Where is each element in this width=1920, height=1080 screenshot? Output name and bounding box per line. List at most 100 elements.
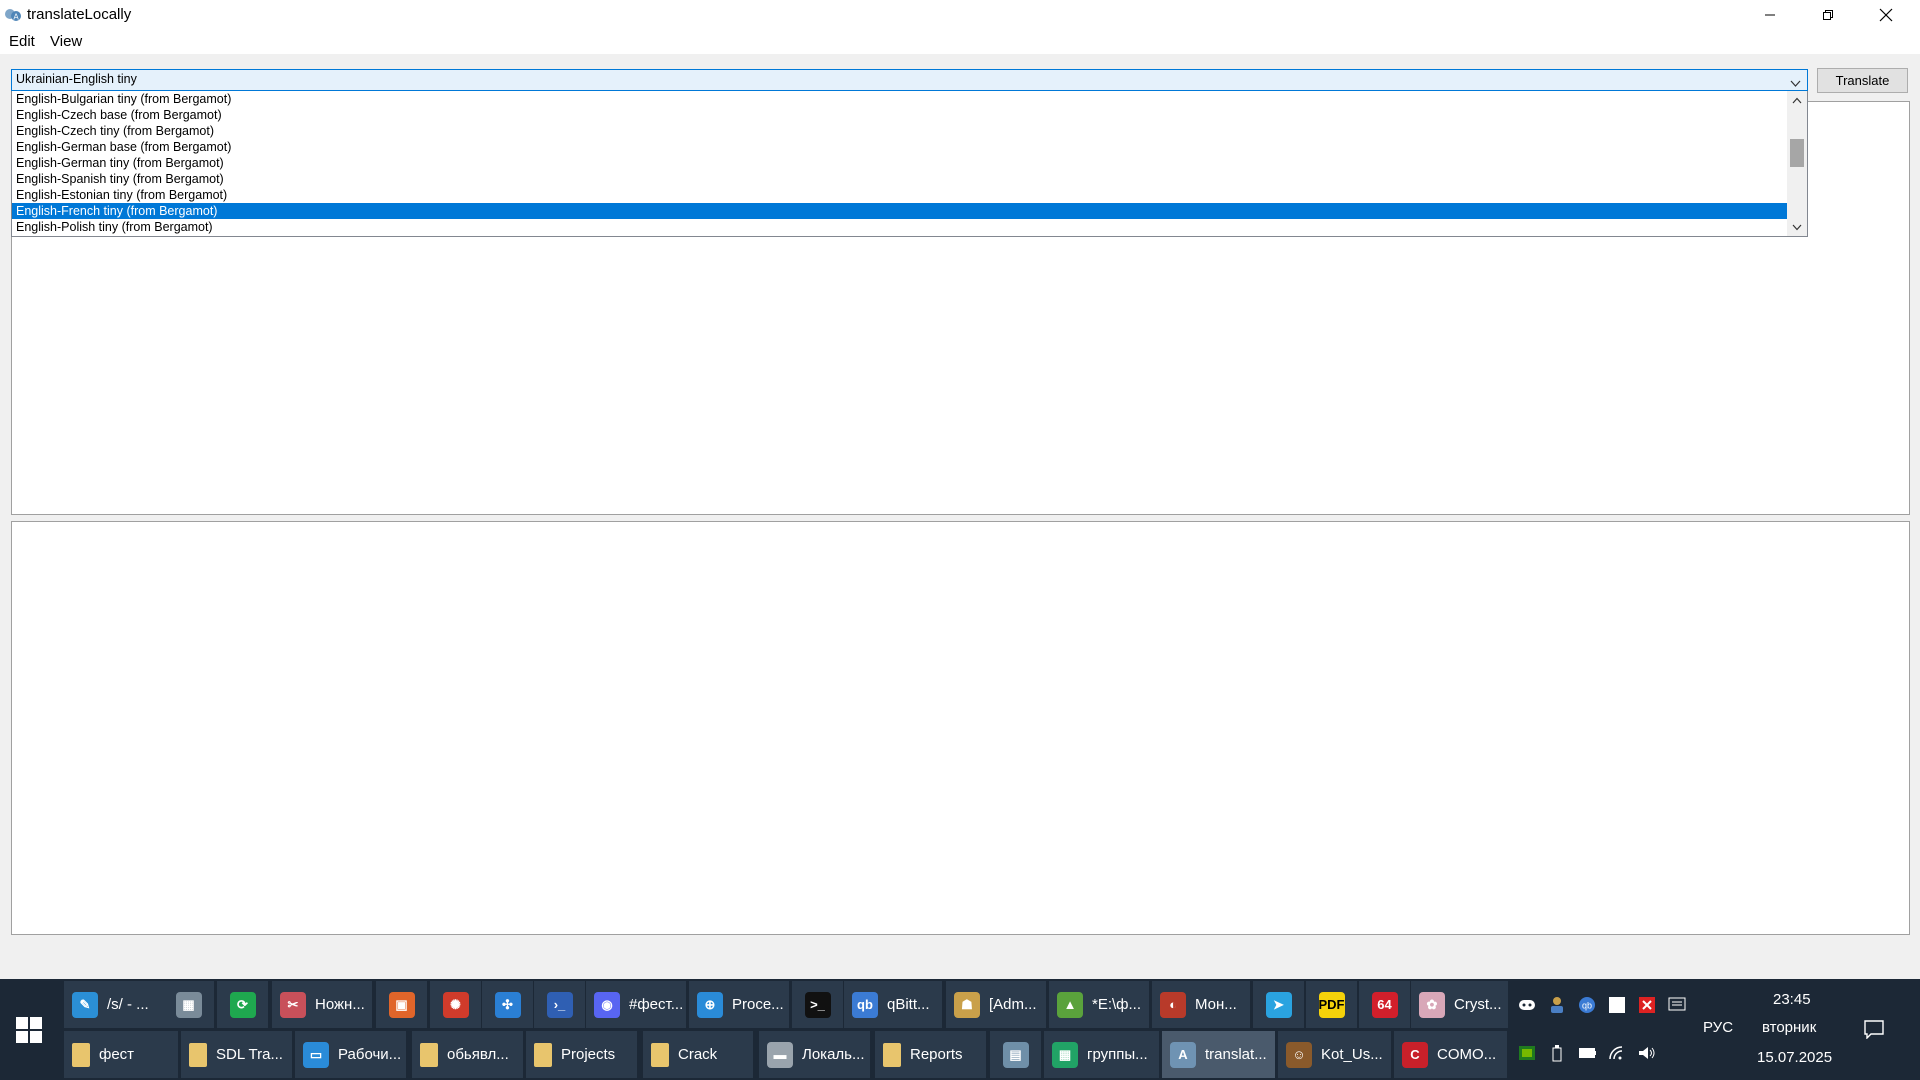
image-editor-icon: ▲ [1057, 991, 1083, 1018]
folder-icon [72, 1042, 90, 1067]
notification-center-icon[interactable] [1862, 1017, 1886, 1041]
terminal-icon: >_ [804, 991, 831, 1018]
list-scrollbar[interactable] [1787, 91, 1807, 236]
blank-tray-icon[interactable] [1608, 996, 1626, 1014]
taskbar-button-label: translat... [1205, 1046, 1267, 1063]
qbittorrent-tray-icon[interactable]: qb [1578, 996, 1596, 1014]
taskbar-button[interactable]: qb qBitt... [844, 981, 942, 1028]
list-item[interactable]: English-German base (from Bergamot) [12, 139, 1787, 155]
minimize-icon [1765, 14, 1775, 16]
list-item-selected[interactable]: English-French tiny (from Bergamot) [12, 203, 1787, 219]
taskbar: ✎ /s/ - ... ▦ ⟳ ✂ Ножн... ▣ ✺ ✣ ›_ ◉ #фест... ⊕ Proce… [0, 979, 1920, 1080]
taskbar-button[interactable]: ›_ [534, 981, 585, 1028]
taskbar-button[interactable]: Projects [526, 1031, 637, 1078]
telegram-icon: ➤ [1265, 991, 1292, 1018]
taskbar-button[interactable]: ▲ *E:\ф... [1049, 981, 1149, 1028]
sync-icon: ⟳ [229, 991, 256, 1018]
taskbar-button[interactable]: ◐ Мон... [1152, 981, 1250, 1028]
taskbar-button[interactable]: ☗ [Adm... [946, 981, 1046, 1028]
scroll-thumb[interactable] [1790, 139, 1804, 167]
taskbar-button-label: обьявл... [447, 1046, 509, 1063]
maximize-button[interactable] [1799, 0, 1857, 30]
language-indicator[interactable]: РУС [1703, 1019, 1733, 1036]
taskbar-button[interactable]: Reports [875, 1031, 986, 1078]
taskbar-button[interactable]: ✎ /s/ - ... [64, 981, 163, 1028]
nvidia-tray-icon[interactable] [1518, 1044, 1536, 1062]
list-item[interactable]: English-German tiny (from Bergamot) [12, 155, 1787, 171]
list-item[interactable]: English-Czech tiny (from Bergamot) [12, 123, 1787, 139]
comodo-icon: C [1402, 1041, 1428, 1068]
taskbar-button[interactable]: ▦ группы... [1044, 1031, 1159, 1078]
taskbar-button-label: Kot_Us... [1321, 1046, 1383, 1063]
taskbar-button[interactable]: SDL Tra... [181, 1031, 292, 1078]
taskbar-button[interactable]: ✣ [482, 981, 533, 1028]
list-item[interactable]: English-Spanish tiny (from Bergamot) [12, 171, 1787, 187]
taskbar-button[interactable]: ✿ Cryst... [1411, 981, 1508, 1028]
close-icon [1879, 8, 1893, 22]
taskbar-button[interactable]: ✂ Ножн... [272, 981, 372, 1028]
monitor-app-icon: ◐ [1160, 991, 1186, 1018]
display-tray-icon[interactable] [1668, 996, 1686, 1014]
taskbar-button[interactable]: Crack [643, 1031, 753, 1078]
taskbar-button-label: Cryst... [1454, 996, 1502, 1013]
taskbar-button[interactable]: ☺ Kot_Us... [1278, 1031, 1391, 1078]
taskbar-button[interactable]: ▭ Рабочи... [295, 1031, 406, 1078]
taskbar-button[interactable]: ➤ [1253, 981, 1304, 1028]
close-button[interactable] [1857, 0, 1915, 30]
svg-text:A: A [13, 13, 19, 22]
chevron-down-icon [1792, 224, 1802, 230]
calculator-icon: ▤ [1002, 1041, 1029, 1068]
list-item[interactable]: English-Czech base (from Bergamot) [12, 107, 1787, 123]
model-select-value: Ukrainian-English tiny [16, 72, 137, 86]
disk-icon: ▦ [175, 991, 202, 1018]
taskbar-button[interactable]: ▣ [376, 981, 427, 1028]
taskbar-button[interactable]: ⟳ [217, 981, 268, 1028]
menu-view[interactable]: View [48, 33, 84, 50]
discord-tray-icon[interactable] [1518, 996, 1536, 1014]
svg-text:qb: qb [1582, 1001, 1592, 1011]
list-item[interactable]: English-Estonian tiny (from Bergamot) [12, 187, 1787, 203]
taskbar-button[interactable]: 64 [1359, 981, 1410, 1028]
wifi-icon[interactable] [1608, 1044, 1626, 1062]
taskbar-button[interactable]: фест [64, 1031, 178, 1078]
menu-edit[interactable]: Edit [7, 33, 37, 50]
scroll-down-button[interactable] [1787, 218, 1807, 236]
clock-time[interactable]: 23:45 [1773, 991, 1811, 1008]
volume-icon[interactable] [1638, 1044, 1656, 1062]
list-item[interactable]: English-Bulgarian tiny (from Bergamot) [12, 91, 1787, 107]
aida64-icon: 64 [1371, 991, 1398, 1018]
taskbar-button[interactable]: ⊕ Proce... [689, 981, 789, 1028]
model-select[interactable]: Ukrainian-English tiny [11, 69, 1808, 91]
taskbar-button[interactable]: >_ [792, 981, 843, 1028]
taskbar-button-label: Мон... [1195, 996, 1237, 1013]
translation-output[interactable] [11, 521, 1910, 935]
folder-icon [420, 1042, 438, 1067]
folder-icon [534, 1042, 552, 1067]
taskbar-button[interactable]: ▤ [990, 1031, 1041, 1078]
taskbar-button-label: Projects [561, 1046, 616, 1063]
translate-button[interactable]: Translate [1817, 68, 1908, 93]
title-bar: A translateLocally [0, 0, 1920, 30]
minimize-button[interactable] [1741, 0, 1799, 30]
clock-day[interactable]: вторник [1762, 1019, 1816, 1036]
taskbar-button[interactable]: обьявл... [412, 1031, 523, 1078]
usb-drive-icon[interactable] [1548, 1044, 1566, 1062]
taskbar-button[interactable]: ◉ #фест... [586, 981, 686, 1028]
battery-icon[interactable] [1578, 1044, 1596, 1062]
translate-app-icon: A [1170, 1041, 1196, 1068]
clock-date[interactable]: 15.07.2025 [1757, 1049, 1832, 1066]
taskbar-button[interactable]: ✺ [430, 981, 481, 1028]
scroll-up-button[interactable] [1787, 91, 1807, 109]
red-x-tray-icon[interactable] [1638, 996, 1656, 1014]
taskbar-button[interactable]: ▦ [163, 981, 214, 1028]
taskbar-button[interactable]: PDF [1306, 981, 1357, 1028]
list-item[interactable]: English-Polish tiny (from Bergamot) [12, 219, 1787, 235]
taskbar-button[interactable]: ▬ Локаль... [759, 1031, 870, 1078]
start-button[interactable] [0, 979, 58, 1080]
powershell-icon: ›_ [546, 991, 573, 1018]
taskbar-button[interactable]: C COMO... [1394, 1031, 1507, 1078]
taskbar-button-label: qBitt... [887, 996, 930, 1013]
user-tray-icon[interactable] [1548, 996, 1566, 1014]
presentation-icon: ▣ [388, 991, 415, 1018]
taskbar-button[interactable]: Atranslat... [1162, 1031, 1275, 1078]
